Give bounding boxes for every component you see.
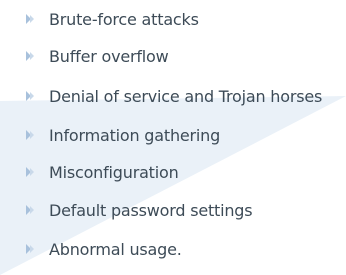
list-item-label: Abnormal usage. bbox=[49, 239, 182, 259]
list-item-label: Information gathering bbox=[49, 125, 221, 145]
list-item: Denial of service and Trojan horses bbox=[24, 84, 322, 108]
list-item-label: Denial of service and Trojan horses bbox=[49, 86, 323, 106]
chevron-bullet-icon bbox=[26, 130, 34, 140]
list-item-label: Misconfiguration bbox=[49, 162, 179, 182]
list-item: Brute-force attacks bbox=[24, 7, 199, 31]
list-item: Misconfiguration bbox=[24, 160, 179, 184]
list-item: Abnormal usage. bbox=[24, 237, 182, 261]
list-item: Buffer overflow bbox=[24, 44, 169, 68]
bullet-list: Brute-force attacks Buffer overflow Deni… bbox=[0, 0, 346, 275]
list-item-label: Default password settings bbox=[49, 200, 253, 220]
chevron-bullet-icon bbox=[26, 51, 34, 61]
chevron-bullet-icon bbox=[26, 14, 34, 24]
list-item-label: Buffer overflow bbox=[49, 46, 169, 66]
list-item: Information gathering bbox=[24, 123, 220, 147]
chevron-bullet-icon bbox=[26, 244, 34, 254]
chevron-bullet-icon bbox=[26, 91, 34, 101]
chevron-bullet-icon bbox=[26, 205, 34, 215]
chevron-bullet-icon bbox=[26, 167, 34, 177]
list-item: Default password settings bbox=[24, 198, 253, 222]
list-item-label: Brute-force attacks bbox=[49, 9, 199, 29]
